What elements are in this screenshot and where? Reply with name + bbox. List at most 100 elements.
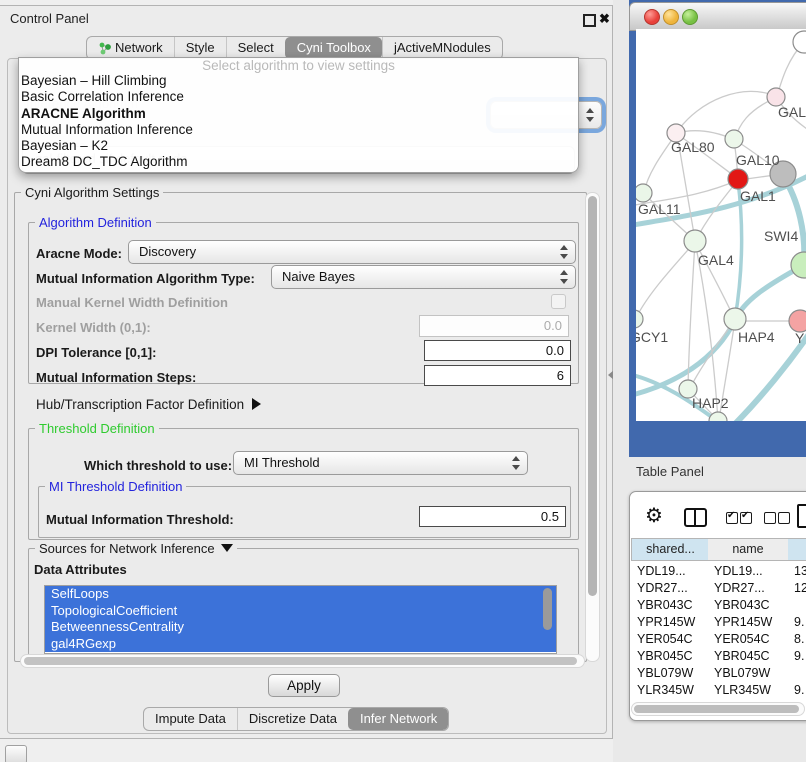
- which-threshold-combo[interactable]: MI Threshold: [233, 451, 528, 475]
- tab-select[interactable]: Select: [226, 37, 285, 59]
- table-header: shared...name: [631, 538, 806, 559]
- table-cell: YBL079W: [637, 665, 693, 682]
- network-node[interactable]: [791, 252, 806, 278]
- tab-label: Select: [238, 37, 274, 59]
- network-node[interactable]: [793, 31, 806, 53]
- algorithm-option[interactable]: ARACNE Algorithm: [19, 106, 578, 122]
- tab-style[interactable]: Style: [174, 37, 226, 59]
- table-row[interactable]: YBL079WYBL079W: [631, 665, 806, 682]
- network-edge[interactable]: [677, 91, 777, 132]
- network-canvas[interactable]: GALGAL80GAL10GAL1GAL11SWI4GAL4GCY1HAP4YH…: [636, 29, 806, 421]
- float-window-icon[interactable]: [583, 14, 596, 27]
- select-all-columns-icon[interactable]: [726, 511, 752, 529]
- table-row[interactable]: YBR045CYBR045C9.: [631, 648, 806, 665]
- network-node[interactable]: [725, 130, 743, 148]
- aracne-mode-combo[interactable]: Discovery: [128, 240, 576, 264]
- collapsed-panel-icon[interactable]: [5, 745, 27, 762]
- tab-cyni-toolbox[interactable]: Cyni Toolbox: [285, 37, 382, 59]
- cyni-algorithm-settings-legend: Cyni Algorithm Settings: [21, 185, 163, 200]
- manual-kernel-width-checkbox[interactable]: [551, 294, 566, 309]
- node-label: Y: [795, 330, 805, 346]
- attribute-item[interactable]: BetweennessCentrality: [45, 619, 556, 636]
- table-row[interactable]: YDR27...YDR27...12: [631, 580, 806, 597]
- minimize-window-icon[interactable]: [663, 9, 679, 25]
- mi-threshold-field[interactable]: 0.5: [419, 506, 566, 527]
- tab-jactivemnodules[interactable]: jActiveMNodules: [382, 37, 502, 59]
- hub-definition-label: Hub/Transcription Factor Definition: [36, 397, 244, 412]
- table-cell: YDR27...: [637, 580, 688, 597]
- dpi-tolerance-field[interactable]: 0.0: [424, 340, 571, 361]
- table-cell: YBR045C: [714, 648, 770, 665]
- hub-definition-toggle[interactable]: Hub/Transcription Factor Definition: [36, 397, 261, 412]
- attribute-item[interactable]: SelfLoops: [45, 586, 556, 603]
- deselect-all-columns-icon[interactable]: [764, 511, 790, 529]
- table-cell: YPR145W: [714, 614, 772, 631]
- table-cell: YER054C: [714, 631, 770, 648]
- network-edge[interactable]: [636, 242, 695, 318]
- maximize-window-icon[interactable]: [682, 9, 698, 25]
- node-label: GCY1: [636, 329, 668, 345]
- table-row[interactable]: YIL052CYIL052C9: [631, 699, 806, 701]
- network-node[interactable]: [789, 310, 806, 332]
- new-table-icon[interactable]: [797, 504, 806, 528]
- table-row[interactable]: YLR345WYLR345W9.: [631, 682, 806, 699]
- table-cell: YDR27...: [714, 580, 765, 597]
- stepper-arrows-icon: [512, 456, 521, 470]
- column-header[interactable]: [788, 538, 806, 561]
- tab-network[interactable]: Network: [87, 37, 174, 59]
- table-cell: YBR043C: [637, 597, 693, 614]
- network-node[interactable]: [636, 310, 643, 328]
- algorithm-option[interactable]: Mutual Information Inference: [19, 122, 578, 138]
- sources-legend[interactable]: Sources for Network Inference: [35, 541, 237, 556]
- attributes-list-scrollbar[interactable]: [543, 588, 552, 630]
- column-header[interactable]: name: [708, 538, 789, 561]
- cyni-bottom-tabs: Impute DataDiscretize DataInfer Network: [143, 707, 449, 731]
- network-node[interactable]: [636, 184, 652, 202]
- attribute-item[interactable]: gal4RGexp: [45, 636, 556, 653]
- table-cell: YIL052C: [714, 699, 763, 701]
- dpi-tolerance-label: DPI Tolerance [0,1]:: [36, 345, 156, 360]
- network-edge[interactable]: [783, 176, 804, 265]
- table-horizontal-scrollbar[interactable]: [631, 702, 805, 716]
- node-label: HAP2: [692, 395, 729, 411]
- network-node[interactable]: [724, 308, 746, 330]
- threshold-definition-legend: Threshold Definition: [35, 421, 159, 436]
- settings-horizontal-scrollbar[interactable]: [20, 654, 585, 668]
- tab-label: Style: [186, 37, 215, 59]
- mi-threshold-definition-legend: MI Threshold Definition: [45, 479, 186, 494]
- algorithm-option[interactable]: Bayesian – K2: [19, 138, 578, 154]
- table-cell: YLR345W: [637, 682, 694, 699]
- kernel-width-field[interactable]: 0.0: [419, 315, 569, 337]
- tab-impute-data[interactable]: Impute Data: [144, 708, 237, 730]
- tab-label: jActiveMNodules: [394, 37, 491, 59]
- table-cell: YIL052C: [637, 699, 686, 701]
- kernel-width-label: Kernel Width (0,1):: [36, 320, 151, 335]
- algorithm-option[interactable]: Dream8 DC_TDC Algorithm: [19, 154, 578, 170]
- node-label: HAP4: [738, 329, 775, 345]
- network-edge[interactable]: [695, 242, 718, 420]
- network-icon: [98, 42, 111, 55]
- table-row[interactable]: YBR043CYBR043C: [631, 597, 806, 614]
- table-body: YDL19...YDL19...13YDR27...YDR27...12YBR0…: [631, 561, 806, 701]
- close-window-icon[interactable]: [644, 9, 660, 25]
- table-row[interactable]: YDL19...YDL19...13: [631, 563, 806, 580]
- network-node[interactable]: [684, 230, 706, 252]
- settings-vertical-scrollbar[interactable]: [585, 192, 600, 662]
- tab-infer-network[interactable]: Infer Network: [348, 708, 448, 730]
- table-row[interactable]: YER054CYER054C8.: [631, 631, 806, 648]
- algorithm-option[interactable]: Basic Correlation Inference: [19, 89, 578, 105]
- column-header[interactable]: shared...: [631, 538, 710, 561]
- network-node[interactable]: [728, 169, 748, 189]
- show-columns-icon[interactable]: [684, 508, 707, 527]
- table-cell: YDL19...: [637, 563, 686, 580]
- mi-algorithm-type-combo[interactable]: Naive Bayes: [271, 265, 576, 289]
- data-attributes-label: Data Attributes: [34, 562, 127, 577]
- attribute-item[interactable]: TopologicalCoefficient: [45, 603, 556, 620]
- table-row[interactable]: YPR145WYPR145W9.: [631, 614, 806, 631]
- tab-discretize-data[interactable]: Discretize Data: [237, 708, 348, 730]
- gear-icon[interactable]: ⚙: [645, 506, 663, 526]
- apply-button[interactable]: Apply: [268, 674, 340, 697]
- algorithm-option[interactable]: Bayesian – Hill Climbing: [19, 73, 578, 89]
- mi-steps-field[interactable]: 6: [424, 365, 571, 386]
- screen: Control Panel ✖ NetworkStyleSelectCyni T…: [0, 0, 806, 762]
